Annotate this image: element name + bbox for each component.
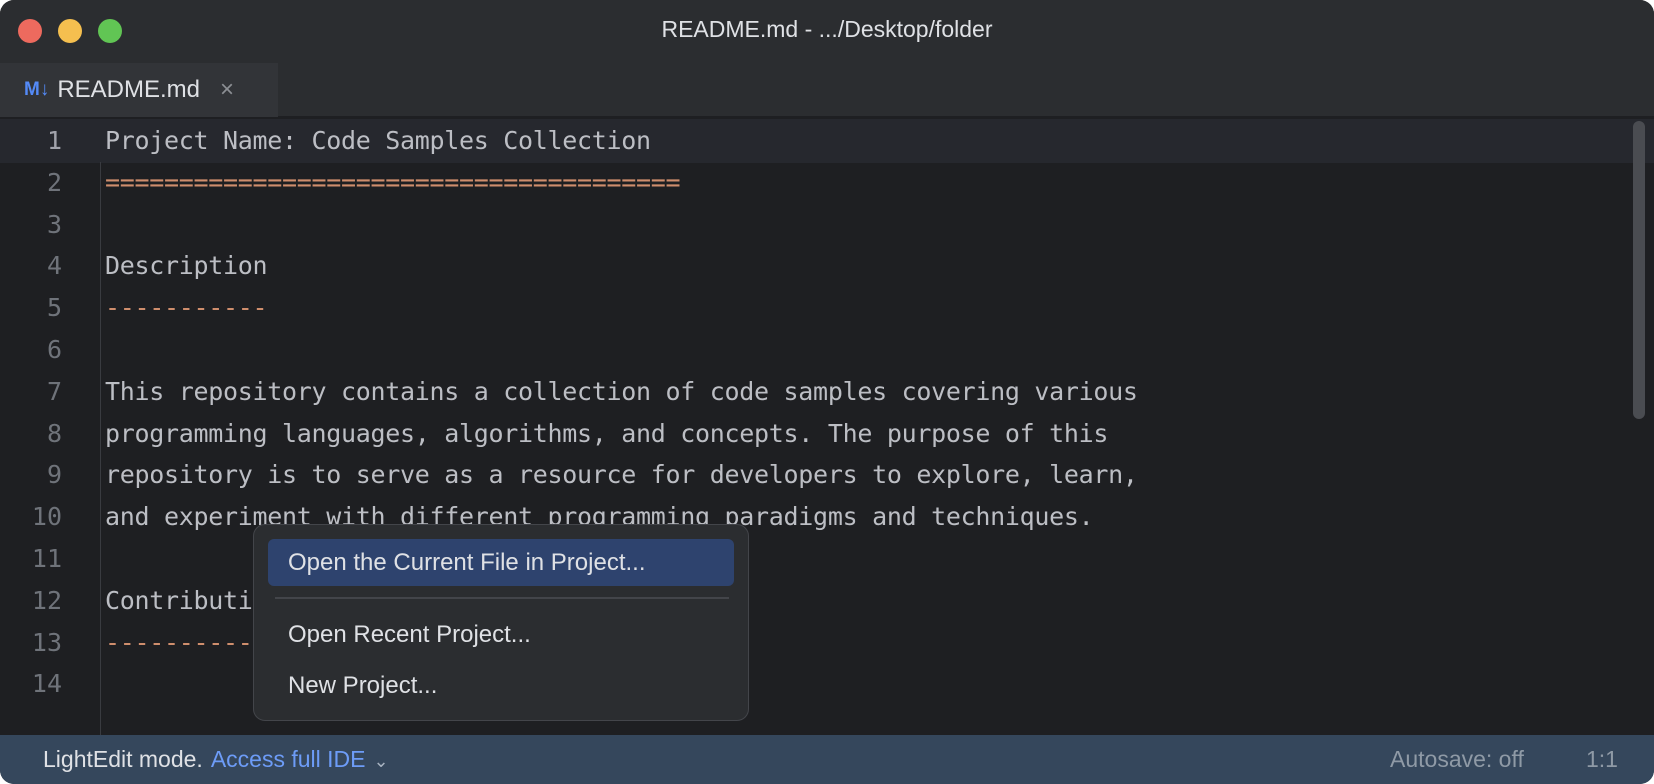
- editor-line[interactable]: 13 ------------: [0, 621, 1654, 665]
- gutter-divider: [100, 162, 101, 735]
- editor-line[interactable]: 10 and experiment with different programm…: [0, 495, 1654, 539]
- window-title: README.md - .../Desktop/folder: [661, 16, 993, 42]
- line-text: =======================================: [105, 167, 681, 197]
- markdown-icon: M↓: [24, 79, 50, 100]
- chevron-down-icon[interactable]: ⌄: [373, 751, 388, 771]
- editor-line[interactable]: 14: [0, 662, 1654, 706]
- line-number: 5: [46, 293, 62, 323]
- editor-line[interactable]: 9 repository is to serve as a resource fo…: [0, 453, 1654, 497]
- editor-line[interactable]: 12 Contributing: [0, 579, 1654, 623]
- line-number: 6: [46, 335, 62, 364]
- line-text: Description: [105, 251, 268, 281]
- tab-bar: M↓ README.md ×: [0, 63, 1654, 117]
- autosave-status[interactable]: Autosave: off: [1390, 735, 1524, 784]
- line-number: 11: [31, 544, 62, 573]
- tab-label: README.md: [57, 76, 201, 103]
- editor-line[interactable]: 4 Description: [0, 244, 1654, 288]
- editor-line[interactable]: 2 =======================================: [0, 161, 1654, 205]
- line-number: 4: [46, 251, 62, 281]
- editor-line[interactable]: 8 programming languages, algorithms, and …: [0, 412, 1654, 456]
- title-bar: README.md - .../Desktop/folder: [0, 0, 1654, 63]
- line-number: 7: [46, 376, 62, 406]
- menu-item-open-recent-project[interactable]: Open Recent Project...: [268, 611, 734, 658]
- close-tab-icon[interactable]: ×: [220, 76, 234, 104]
- access-ide-popup-menu: Open the Current File in Project... Open…: [253, 524, 749, 721]
- editor-line[interactable]: 3: [0, 203, 1654, 247]
- line-number: 8: [46, 418, 62, 448]
- ide-window: README.md - .../Desktop/folder M↓ README…: [0, 0, 1654, 784]
- line-text: programming languages, algorithms, and c…: [105, 418, 1109, 448]
- menu-item-open-current-file-in-project[interactable]: Open the Current File in Project...: [268, 539, 734, 586]
- access-full-ide-link[interactable]: Access full IDE: [211, 746, 366, 772]
- tab-readme[interactable]: M↓ README.md ×: [0, 63, 278, 117]
- line-text: Project Name: Code Samples Collection: [105, 126, 651, 155]
- editor-line[interactable]: 11: [0, 537, 1654, 581]
- line-number: 2: [46, 167, 62, 197]
- lightedit-mode-label: LightEdit mode.: [43, 746, 203, 772]
- caret-position[interactable]: 1:1: [1586, 735, 1618, 784]
- menu-item-new-project[interactable]: New Project...: [268, 662, 734, 709]
- status-bar: LightEdit mode. Access full IDE ⌄ Autosave…: [0, 735, 1654, 784]
- editor-line[interactable]: 1 Project Name: Code Samples Collection: [0, 119, 1654, 163]
- vertical-scrollbar[interactable]: [1633, 121, 1645, 419]
- line-number: 13: [31, 627, 62, 657]
- line-number: 14: [31, 669, 62, 699]
- line-text: -----------: [105, 293, 268, 323]
- line-number: 3: [46, 209, 62, 239]
- editor[interactable]: 14 13 ------------ 12 Contributing 11 10 and ex…: [0, 118, 1654, 735]
- line-number: 10: [31, 502, 62, 532]
- editor-line[interactable]: 6: [0, 328, 1654, 372]
- editor-line[interactable]: 7 This repository contains a collection o…: [0, 370, 1654, 414]
- menu-separator: [275, 597, 729, 599]
- line-text: This repository contains a collection of…: [105, 376, 1138, 406]
- line-number: 12: [31, 585, 62, 615]
- line-text: repository is to serve as a resource for…: [105, 460, 1138, 490]
- line-number: 1: [46, 126, 62, 155]
- editor-line[interactable]: 5 -----------: [0, 286, 1654, 330]
- line-number: 9: [46, 460, 62, 490]
